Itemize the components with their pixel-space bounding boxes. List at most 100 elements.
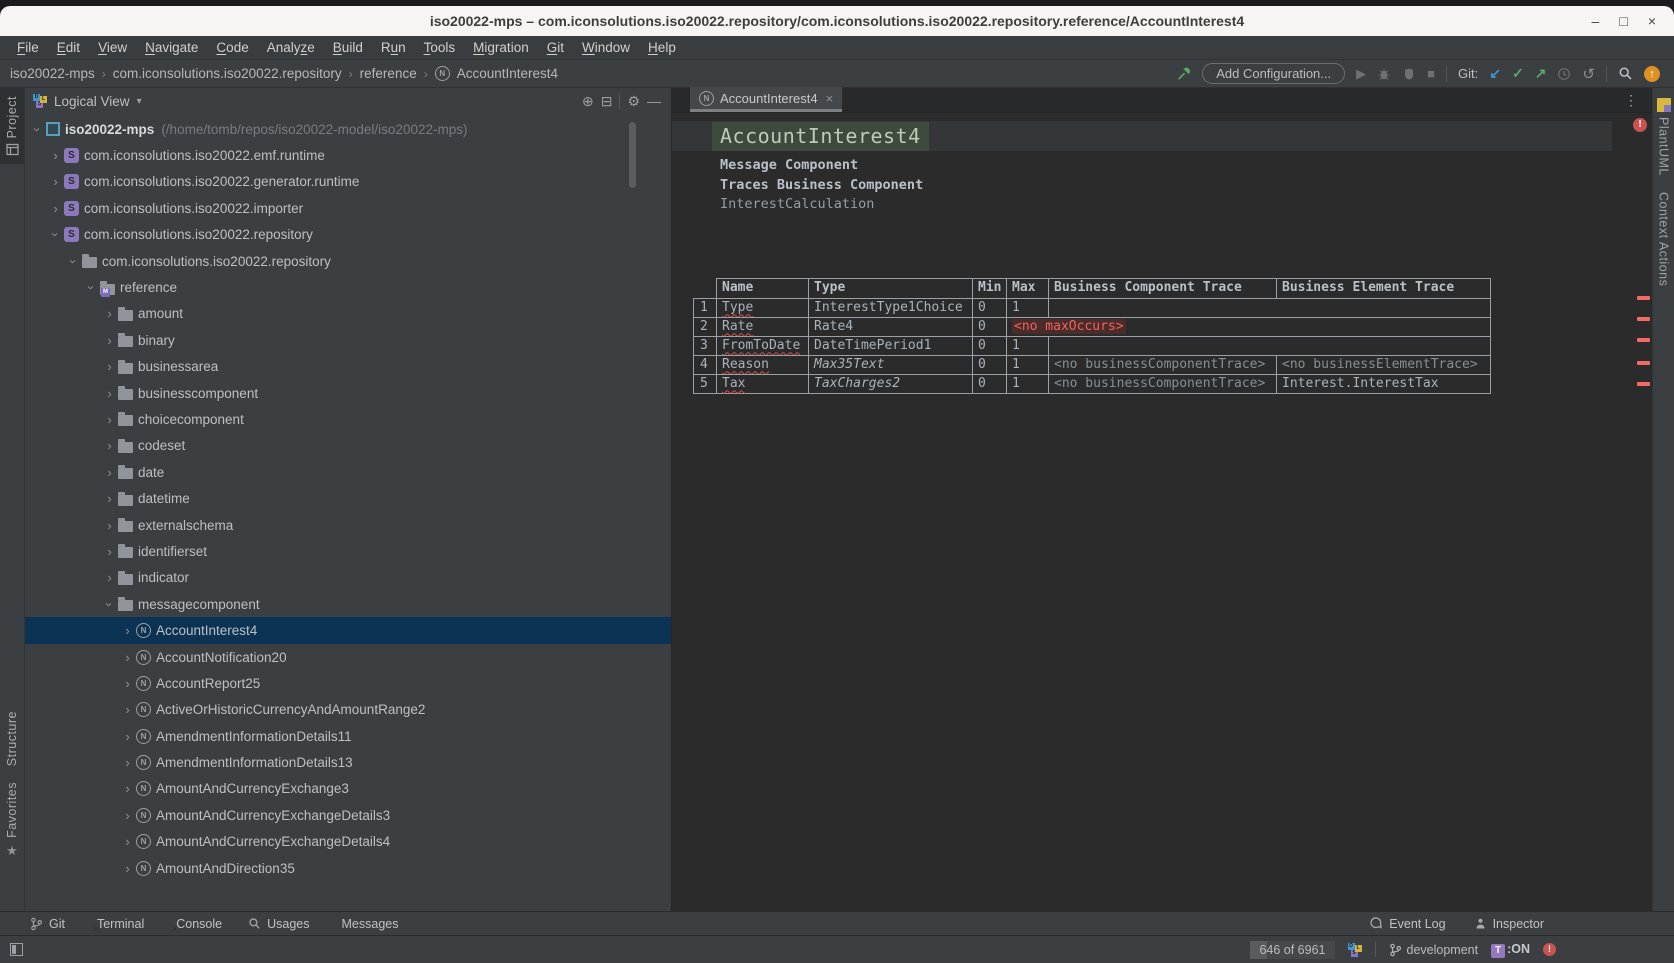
row-number-cell[interactable]: 3 (693, 336, 717, 356)
toolwindow-button-terminal[interactable]: Terminal (91, 917, 144, 931)
tree-item-identifierset[interactable]: ›identifierset (25, 538, 671, 564)
tree-item-accountnotification20[interactable]: ›NAccountNotification20 (25, 644, 671, 670)
chevron-collapsed-icon[interactable]: › (119, 650, 136, 665)
chevron-collapsed-icon[interactable]: › (119, 861, 136, 876)
breadcrumb-item-accountinterest4[interactable]: AccountInterest4 (457, 66, 558, 81)
chevron-down-icon[interactable]: ▾ (137, 96, 142, 107)
toolwindow-button-git[interactable]: Git (30, 917, 65, 931)
chevron-collapsed-icon[interactable]: › (119, 781, 136, 796)
chevron-collapsed-icon[interactable]: › (101, 359, 118, 374)
chevron-collapsed-icon[interactable]: › (101, 544, 118, 559)
tree-item-codeset[interactable]: ›codeset (25, 433, 671, 459)
tree-item-amount[interactable]: ›amount (25, 301, 671, 327)
debug-icon[interactable] (1377, 67, 1391, 81)
tree-item-reference[interactable]: ›reference (25, 274, 671, 300)
menu-help[interactable]: Help (639, 40, 685, 55)
inspection-error-badge[interactable]: ! (1633, 118, 1647, 132)
menu-file[interactable]: File (8, 40, 48, 55)
tree-item-externalschema[interactable]: ›externalschema (25, 512, 671, 538)
stop-button[interactable]: ■ (1427, 66, 1435, 81)
type-cell[interactable]: InterestType1Choice (808, 298, 973, 318)
menu-migration[interactable]: Migration (464, 40, 538, 55)
toolwindow-tab-favorites[interactable]: Favorites ★ (0, 774, 24, 867)
chevron-collapsed-icon[interactable]: › (119, 676, 136, 691)
tree-item-accountinterest4[interactable]: ›NAccountInterest4 (25, 617, 671, 643)
error-stripe-mark[interactable] (1637, 338, 1650, 342)
toolwindow-button-event-log[interactable]: Event Log (1369, 917, 1445, 931)
tree-item-com-iconsolutions-iso20022-repository[interactable]: ›com.iconsolutions.iso20022.repository (25, 248, 671, 274)
max-error-cell[interactable]: <no maxOccurs> (1006, 317, 1491, 337)
tree-item-amountanddirection35[interactable]: ›NAmountAndDirection35 (25, 855, 671, 881)
tree-item-com-iconsolutions-iso20022-importer[interactable]: ›Scom.iconsolutions.iso20022.importer (25, 195, 671, 221)
editor-body[interactable]: AccountInterest4 Message Component Trace… (672, 113, 1652, 911)
chevron-collapsed-icon[interactable]: › (47, 201, 64, 216)
tab-options-icon[interactable]: ⋮ (1624, 92, 1638, 109)
tree-item-amendmentinformationdetails11[interactable]: ›NAmendmentInformationDetails11 (25, 723, 671, 749)
error-stripe-mark[interactable] (1637, 296, 1650, 300)
close-button[interactable]: × (1648, 6, 1656, 36)
min-cell[interactable]: 0 (972, 336, 1007, 356)
chevron-expanded-icon[interactable]: › (102, 596, 117, 613)
chevron-collapsed-icon[interactable]: › (101, 438, 118, 453)
git-update-icon[interactable]: ↙ (1489, 65, 1501, 82)
git-push-icon[interactable]: ↗ (1535, 65, 1547, 82)
max-cell[interactable]: 1 (1006, 336, 1049, 356)
menu-tools[interactable]: Tools (415, 40, 465, 55)
tree-item-indicator[interactable]: ›indicator (25, 565, 671, 591)
row-number-cell[interactable]: 5 (693, 374, 717, 394)
chevron-collapsed-icon[interactable]: › (101, 306, 118, 321)
view-selector[interactable]: Logical View (54, 94, 130, 109)
chevron-collapsed-icon[interactable]: › (101, 333, 118, 348)
tree-item-datetime[interactable]: ›datetime (25, 485, 671, 511)
min-cell[interactable]: 0 (972, 355, 1007, 375)
business-element-trace-cell[interactable]: Interest.InterestTax (1276, 374, 1491, 394)
chevron-collapsed-icon[interactable]: › (119, 729, 136, 744)
tree-item-choicecomponent[interactable]: ›choicecomponent (25, 406, 671, 432)
min-cell[interactable]: 0 (972, 298, 1007, 318)
chevron-collapsed-icon[interactable]: › (47, 174, 64, 189)
toolwindow-button-usages[interactable]: Usages (248, 917, 309, 931)
toolwindow-tab-context-actions[interactable]: Context Actions (1653, 184, 1674, 294)
trace-value[interactable]: InterestCalculation (720, 195, 1652, 215)
chevron-collapsed-icon[interactable]: › (119, 623, 136, 638)
business-component-trace-cell[interactable]: <no businessComponentTrace> (1048, 374, 1277, 394)
tree-item-accountreport25[interactable]: ›NAccountReport25 (25, 670, 671, 696)
breadcrumb-item-iso20022-mps[interactable]: iso20022-mps (10, 66, 95, 81)
chevron-collapsed-icon[interactable]: › (119, 702, 136, 717)
max-cell[interactable]: 1 (1006, 355, 1049, 375)
tree-item-com-iconsolutions-iso20022-repository[interactable]: ›Scom.iconsolutions.iso20022.repository (25, 222, 671, 248)
menu-analyze[interactable]: Analyze (258, 40, 324, 55)
tree-item-amountandcurrencyexchange3[interactable]: ›NAmountAndCurrencyExchange3 (25, 776, 671, 802)
git-commit-icon[interactable]: ✓ (1512, 65, 1524, 82)
chevron-expanded-icon[interactable]: › (30, 121, 45, 138)
coverage-icon[interactable] (1402, 67, 1416, 81)
toggle-widget[interactable]: T:ON (1491, 942, 1530, 958)
chevron-collapsed-icon[interactable]: › (101, 386, 118, 401)
chevron-collapsed-icon[interactable]: › (101, 412, 118, 427)
max-cell[interactable]: 1 (1006, 298, 1049, 318)
toolwindow-button-console[interactable]: Console (170, 917, 222, 931)
name-cell[interactable]: FromToDate (716, 336, 809, 356)
menu-view[interactable]: View (89, 40, 136, 55)
type-cell[interactable]: DateTimePeriod1 (808, 336, 973, 356)
locate-icon[interactable]: ⊕ (582, 94, 594, 108)
min-cell[interactable]: 0 (972, 317, 1007, 337)
ide-update-icon[interactable]: ↑ (1644, 66, 1660, 82)
tree-item-date[interactable]: ›date (25, 459, 671, 485)
chevron-collapsed-icon[interactable]: › (101, 491, 118, 506)
error-stripe-mark[interactable] (1637, 317, 1650, 321)
chevron-collapsed-icon[interactable]: › (119, 808, 136, 823)
toolwindow-toggle-icon[interactable] (10, 943, 23, 956)
rollback-icon[interactable]: ↺ (1582, 65, 1595, 83)
add-configuration-button[interactable]: Add Configuration... (1202, 63, 1345, 84)
tab-accountinterest4[interactable]: N AccountInterest4 × (690, 87, 842, 112)
chevron-expanded-icon[interactable]: › (48, 226, 63, 243)
document-title[interactable]: AccountInterest4 (712, 122, 929, 151)
min-cell[interactable]: 0 (972, 374, 1007, 394)
business-element-trace-cell[interactable]: <no businessElementTrace> (1276, 355, 1491, 375)
tree-item-businessarea[interactable]: ›businessarea (25, 354, 671, 380)
tree-scrollbar[interactable] (629, 122, 636, 188)
chevron-collapsed-icon[interactable]: › (101, 518, 118, 533)
history-clock-icon[interactable] (1557, 67, 1571, 81)
maximize-button[interactable]: □ (1619, 6, 1627, 36)
